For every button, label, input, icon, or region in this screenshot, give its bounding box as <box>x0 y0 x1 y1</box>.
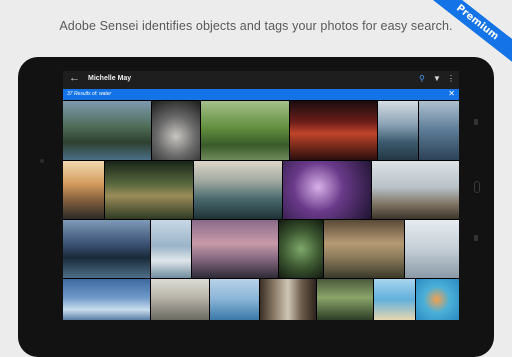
photo-thumbnail[interactable] <box>210 279 259 320</box>
side-button <box>474 119 478 125</box>
photo-thumbnail[interactable] <box>324 220 404 278</box>
home-button <box>474 181 480 193</box>
arrow-left-icon[interactable]: ← <box>69 72 80 84</box>
photo-thumbnail[interactable] <box>194 161 282 219</box>
photo-thumbnail[interactable] <box>192 220 278 278</box>
app-bar: ← Michelle May ⚲ ▼ ⋮ <box>63 71 459 89</box>
photo-thumbnail[interactable] <box>283 161 371 219</box>
photo-thumbnail[interactable] <box>151 279 209 320</box>
more-vertical-icon[interactable]: ⋮ <box>447 74 455 83</box>
camera-dot <box>40 159 44 163</box>
photo-thumbnail[interactable] <box>378 101 418 160</box>
photo-thumbnail[interactable] <box>317 279 373 320</box>
photo-thumbnail[interactable] <box>372 161 459 219</box>
app-screen: ← Michelle May ⚲ ▼ ⋮ 37 Results of: wate… <box>63 71 459 320</box>
photo-thumbnail[interactable] <box>419 101 459 160</box>
photo-thumbnail[interactable] <box>105 161 193 219</box>
photo-thumbnail[interactable] <box>279 220 323 278</box>
photo-thumbnail[interactable] <box>63 220 150 278</box>
photo-thumbnail[interactable] <box>290 101 377 160</box>
filter-icon[interactable]: ▼ <box>433 74 441 83</box>
search-result-bar: 37 Results of: water ✕ <box>63 89 459 100</box>
photo-thumbnail[interactable] <box>151 220 191 278</box>
search-icon[interactable]: ⚲ <box>419 74 425 83</box>
photo-thumbnail[interactable] <box>405 220 459 278</box>
close-icon[interactable]: ✕ <box>448 89 455 98</box>
photo-thumbnail[interactable] <box>63 101 151 160</box>
photo-thumbnail[interactable] <box>63 161 104 219</box>
album-title: Michelle May <box>88 75 132 82</box>
headline: Adobe Sensei identifies objects and tags… <box>59 19 453 33</box>
side-button <box>474 235 478 241</box>
photo-thumbnail[interactable] <box>374 279 415 320</box>
photo-thumbnail[interactable] <box>63 279 150 320</box>
search-result-text: 37 Results of: water <box>67 91 112 97</box>
photo-grid <box>63 101 459 320</box>
photo-thumbnail[interactable] <box>152 101 200 160</box>
photo-thumbnail[interactable] <box>416 279 459 320</box>
photo-thumbnail[interactable] <box>260 279 316 320</box>
photo-thumbnail[interactable] <box>201 101 289 160</box>
